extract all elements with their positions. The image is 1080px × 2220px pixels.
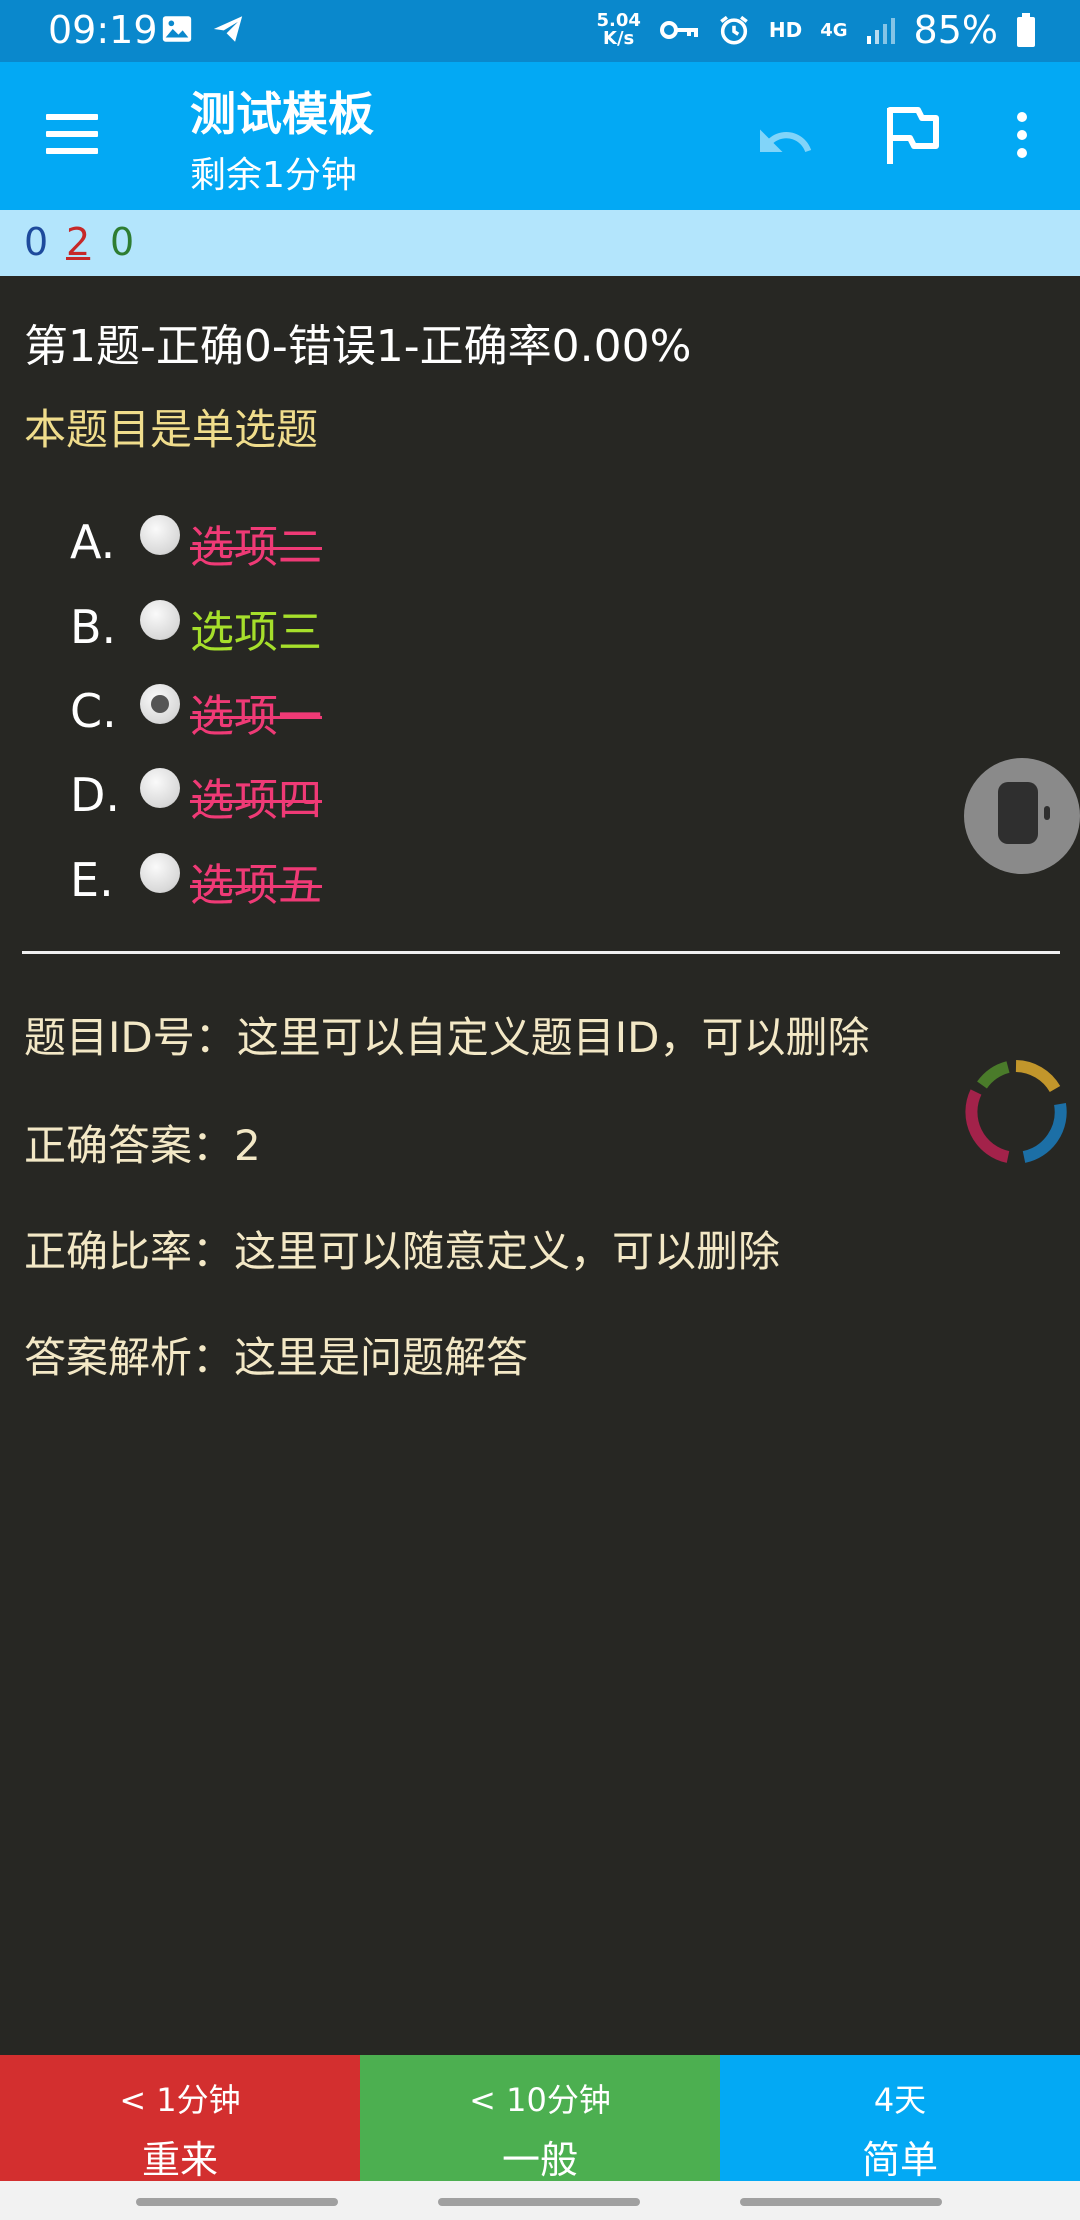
correct-rate-text: 正确比率：这里可以随意定义，可以删除 [24, 1227, 781, 1276]
score-count-blue: 0 [24, 220, 49, 264]
good-interval: < 10分钟 [469, 2081, 611, 2119]
option-text: 选项三 [190, 607, 322, 658]
bottom-button-bar: < 1分钟 重来 < 10分钟 一般 4天 简单 [0, 2055, 1080, 2182]
system-nav-bar [0, 2181, 1080, 2220]
radio-button[interactable] [140, 600, 180, 640]
score-count-green: 0 [110, 220, 135, 264]
question-header: 第1题-正确0-错误1-正确率0.00% [24, 321, 692, 372]
radio-button[interactable] [140, 768, 180, 808]
progress-ring-icon[interactable] [956, 1052, 1076, 1172]
status-time: 09:19 [48, 8, 158, 52]
net-type: 4G [820, 19, 848, 41]
score-bar: 0 2 0 [0, 210, 1080, 276]
nav-home-handle[interactable] [438, 2198, 640, 2206]
option-letter: A. [70, 515, 116, 569]
option-letter: C. [70, 684, 117, 738]
app-title: 测试模板 [190, 87, 374, 141]
easy-button[interactable]: 4天 简单 [720, 2055, 1080, 2182]
status-bar: 09:19 5.04 K/s HD 4G 85% [0, 0, 1080, 62]
again-interval: < 1分钟 [119, 2081, 241, 2119]
option-letter: B. [70, 600, 117, 654]
option-a[interactable]: A. 选项二 [0, 505, 700, 575]
alarm-icon [720, 15, 748, 45]
good-label: 一般 [501, 2138, 578, 2182]
option-b[interactable]: B. 选项三 [0, 590, 700, 660]
net-speed: 5.04 K/s [596, 12, 640, 48]
floating-phone-button[interactable] [964, 758, 1080, 874]
battery-percent: 85% [913, 8, 998, 52]
radio-button[interactable] [140, 515, 180, 555]
again-button[interactable]: < 1分钟 重来 [0, 2055, 360, 2182]
option-d[interactable]: D. 选项四 [0, 758, 700, 828]
easy-label: 简单 [861, 2138, 938, 2182]
hd-indicator: HD [768, 18, 803, 42]
question-type: 本题目是单选题 [24, 405, 319, 454]
app-bar: 测试模板 剩余1分钟 [0, 62, 1080, 210]
undo-icon[interactable] [755, 112, 815, 172]
option-text: 选项四 [190, 775, 322, 826]
vpn-key-icon [659, 21, 698, 39]
easy-interval: 4天 [873, 2081, 927, 2119]
option-c[interactable]: C. 选项一 [0, 674, 700, 744]
nav-recents-handle[interactable] [136, 2198, 338, 2206]
score-count-red[interactable]: 2 [66, 220, 90, 264]
menu-icon[interactable] [46, 114, 98, 154]
option-text: 选项五 [190, 860, 322, 911]
net-speed-unit: K/s [603, 28, 635, 49]
option-e[interactable]: E. 选项五 [0, 843, 700, 913]
more-vert-icon[interactable] [1008, 112, 1036, 172]
signal-icon [866, 18, 895, 44]
divider [22, 951, 1060, 954]
status-left-icons [160, 12, 246, 46]
option-letter: D. [70, 768, 121, 822]
time-remaining: 剩余1分钟 [190, 155, 357, 196]
nav-back-handle[interactable] [740, 2198, 942, 2206]
again-label: 重来 [141, 2138, 218, 2182]
correct-answer-text: 正确答案：2 [24, 1121, 261, 1170]
battery-icon [1017, 13, 1035, 47]
answer-analysis-text: 答案解析：这里是问题解答 [24, 1333, 529, 1382]
radio-button[interactable] [140, 853, 180, 893]
option-text: 选项一 [190, 691, 322, 742]
good-button[interactable]: < 10分钟 一般 [360, 2055, 720, 2182]
option-letter: E. [70, 853, 114, 907]
question-id-text: 题目ID号：这里可以自定义题目ID，可以删除 [24, 1013, 870, 1062]
flag-icon[interactable] [884, 104, 940, 166]
send-icon [213, 16, 243, 42]
option-text: 选项二 [190, 522, 322, 573]
radio-button-checked[interactable] [140, 684, 180, 724]
image-icon [162, 16, 192, 42]
status-right-icons: 5.04 K/s HD 4G 85% [596, 8, 1036, 52]
